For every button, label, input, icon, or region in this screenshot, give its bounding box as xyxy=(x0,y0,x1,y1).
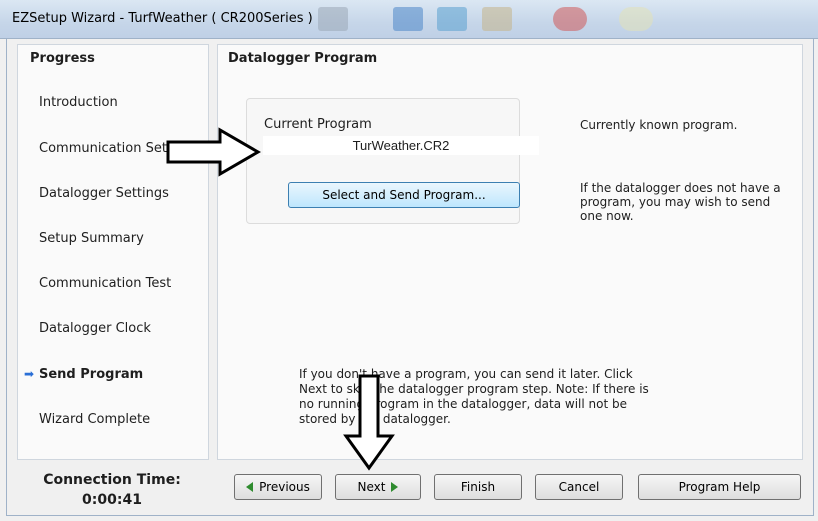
sidebar-item-datalogger-clock[interactable]: Datalogger Clock xyxy=(39,321,151,336)
sidebar-item-wizard-complete[interactable]: Wizard Complete xyxy=(39,412,150,427)
sidebar-item-introduction[interactable]: Introduction xyxy=(39,95,118,110)
main-panel: Datalogger Program Current Program TurWe… xyxy=(217,44,803,460)
taskbar-ghost-6 xyxy=(619,7,653,31)
page-title: Datalogger Program xyxy=(228,51,378,66)
sidebar-item-communication-setup[interactable]: Communication Setup xyxy=(39,141,183,156)
current-program-group: Current Program TurWeather.CR2 Select an… xyxy=(246,98,539,224)
connection-time: Connection Time: 0:00:41 xyxy=(17,470,207,510)
next-arrow-icon xyxy=(391,482,399,492)
taskbar-ghost-3 xyxy=(437,7,467,31)
next-button[interactable]: Next xyxy=(335,474,421,500)
taskbar-ghost-4 xyxy=(482,7,512,31)
next-label: Next xyxy=(357,480,386,494)
progress-title: Progress xyxy=(30,51,95,66)
previous-arrow-icon xyxy=(246,482,254,492)
current-step-arrow-icon: ➡ xyxy=(24,367,35,381)
sidebar-item-setup-summary[interactable]: Setup Summary xyxy=(39,231,144,246)
progress-sidebar: Progress Introduction Communication Setu… xyxy=(17,44,209,460)
no-program-note: If the datalogger does not have a progra… xyxy=(580,181,781,223)
program-help-button[interactable]: Program Help xyxy=(638,474,801,500)
sidebar-item-send-program[interactable]: Send Program xyxy=(39,367,143,382)
cancel-button[interactable]: Cancel xyxy=(535,474,623,500)
known-program-note: Currently known program. xyxy=(580,118,738,132)
connection-time-value: 0:00:41 xyxy=(82,492,142,508)
connection-time-label: Connection Time: xyxy=(43,472,181,488)
taskbar-ghost-1 xyxy=(318,7,348,31)
taskbar-ghost-5 xyxy=(553,7,587,31)
current-program-field: TurWeather.CR2 xyxy=(263,136,539,155)
sidebar-item-datalogger-settings[interactable]: Datalogger Settings xyxy=(39,186,169,201)
finish-button[interactable]: Finish xyxy=(434,474,522,500)
current-program-label: Current Program xyxy=(264,117,372,132)
sidebar-item-communication-test[interactable]: Communication Test xyxy=(39,276,171,291)
taskbar-ghost-2 xyxy=(393,7,423,31)
window-title: EZSetup Wizard - TurfWeather ( CR200Seri… xyxy=(12,11,313,26)
previous-button[interactable]: Previous xyxy=(234,474,322,500)
previous-label: Previous xyxy=(259,480,310,494)
select-and-send-program-button[interactable]: Select and Send Program... xyxy=(288,182,520,208)
title-bar: EZSetup Wizard - TurfWeather ( CR200Seri… xyxy=(0,0,818,39)
skip-step-note: If you don't have a program, you can sen… xyxy=(299,367,649,426)
